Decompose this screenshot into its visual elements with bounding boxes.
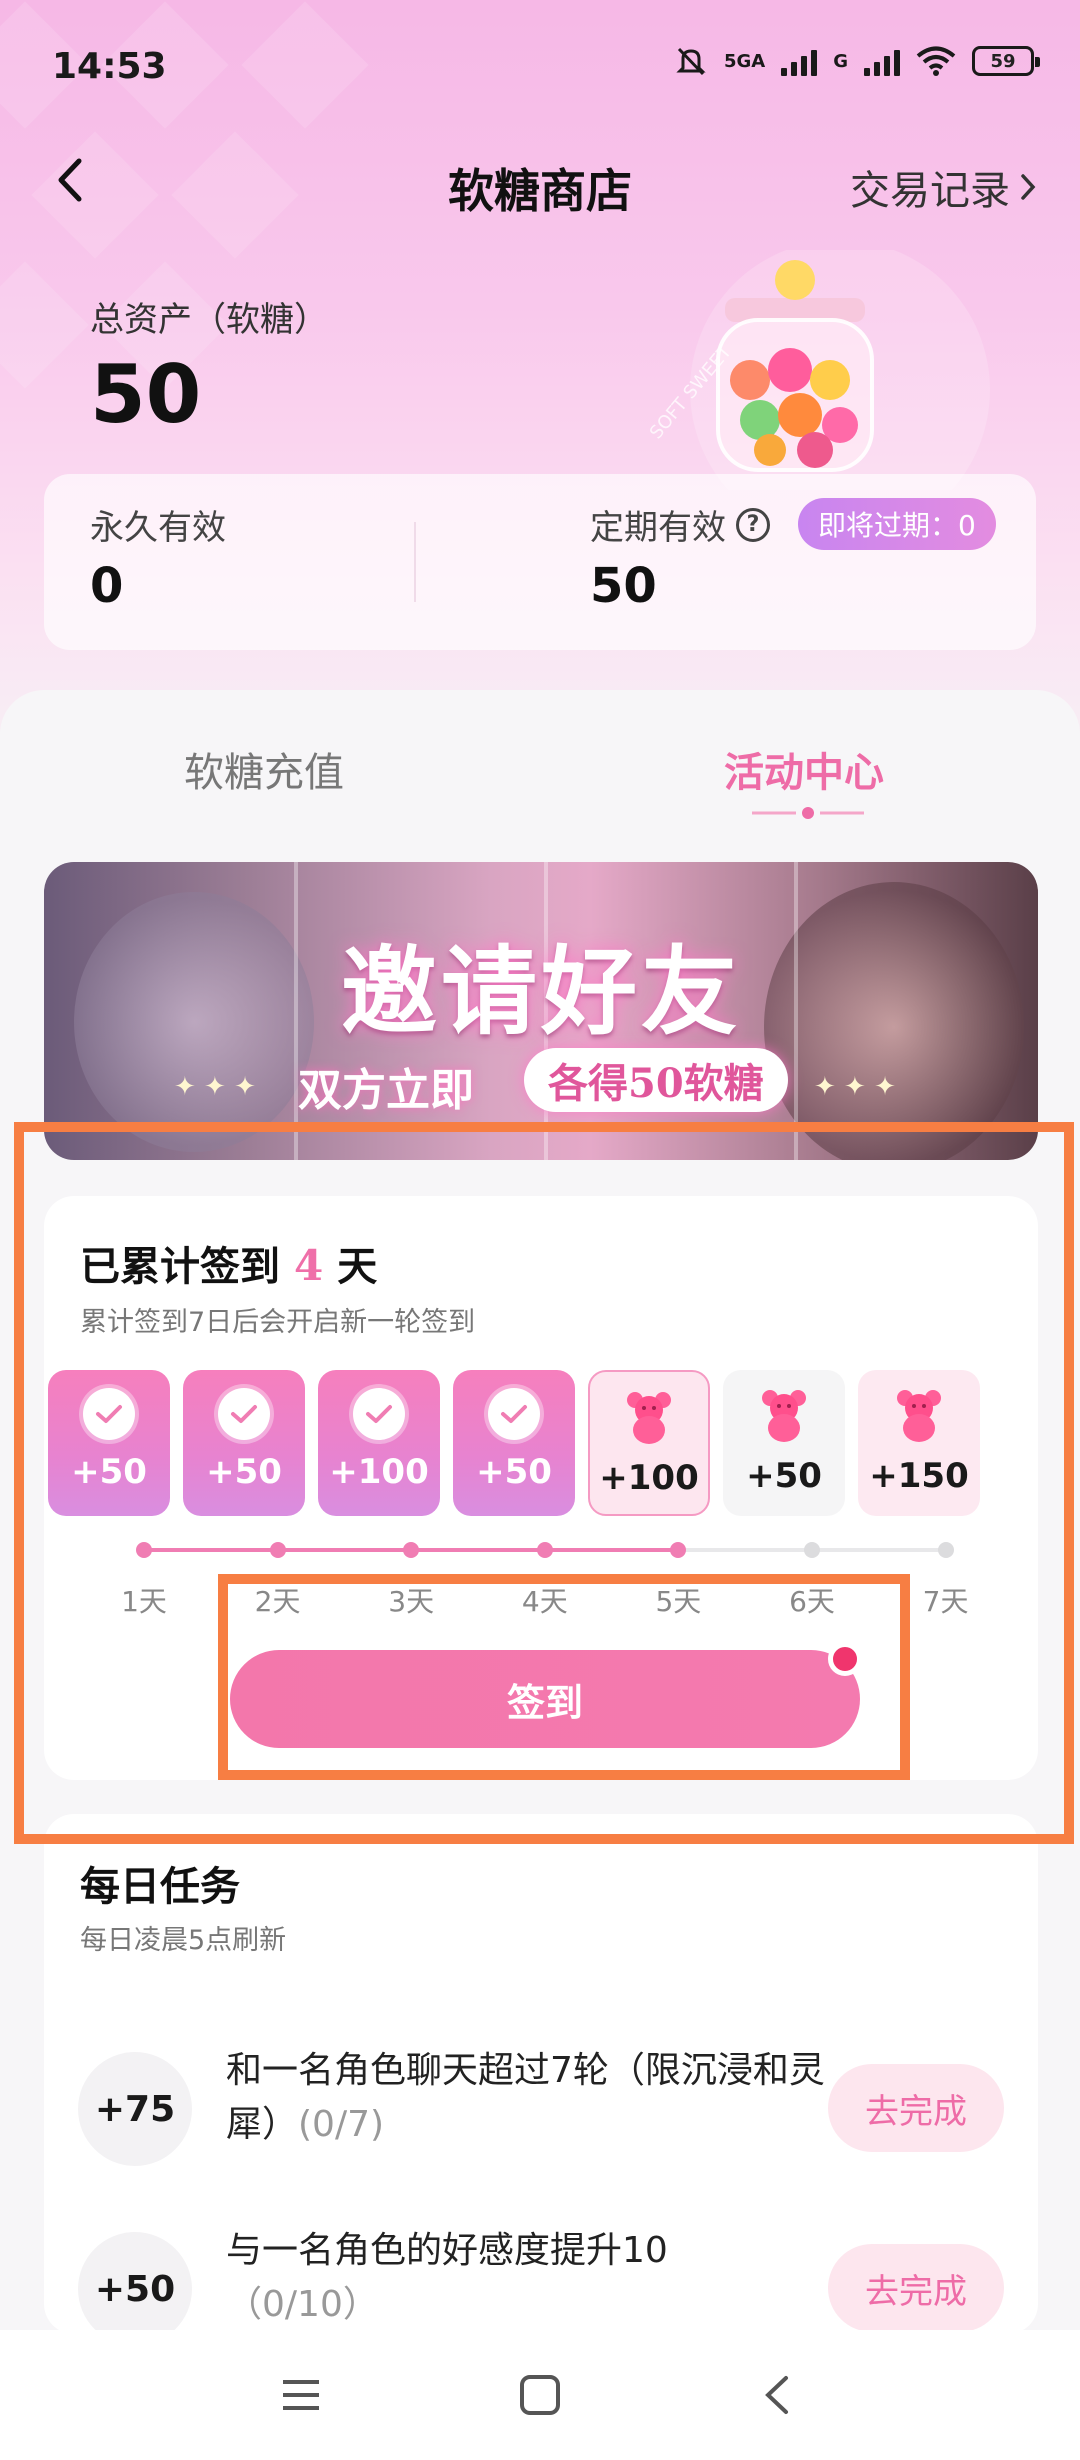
checkin-reward-amount: +50 — [746, 1456, 822, 1496]
help-icon[interactable]: ? — [736, 507, 770, 542]
checkin-title: 已累计签到 4 天 — [80, 1234, 377, 1292]
checkin-reward-amount: +50 — [206, 1452, 282, 1492]
network-type-2: G — [833, 50, 848, 72]
candy-jar-illustration: SOFT SWEET — [650, 250, 990, 490]
checkin-button[interactable]: 签到 — [230, 1650, 860, 1748]
menu-icon — [283, 2380, 319, 2410]
notification-dot — [828, 1642, 862, 1676]
task-description: 与一名角色的好感度提升10 （0/10） — [226, 2224, 826, 2332]
checkmark-icon — [218, 1388, 270, 1440]
mute-bell-icon — [676, 47, 706, 76]
tab-activity-center[interactable]: 活动中心 — [724, 740, 884, 798]
term-label-row: 定期有效 ? — [590, 500, 770, 549]
checkin-card: 已累计签到 4 天 累计签到7日后会开启新一轮签到 +50 +50 +100 +50 +… — [44, 1196, 1038, 1780]
checkin-day-label: 5天 — [655, 1585, 702, 1618]
checkin-day-tile: +100 — [318, 1370, 440, 1516]
signal-icon-1 — [781, 46, 818, 76]
checkin-title-suffix: 天 — [337, 1243, 378, 1290]
trade-record-label: 交易记录 — [850, 168, 1010, 214]
checkin-day-label: 6天 — [789, 1585, 835, 1618]
expire-badge: 即将过期：0 — [798, 498, 996, 550]
gummy-bear-icon — [762, 1390, 806, 1442]
checkin-reward-amount: +50 — [71, 1452, 147, 1492]
status-time: 14:53 — [52, 46, 167, 87]
menu-button[interactable] — [266, 2360, 336, 2430]
task-item: +75 和一名角色聊天超过7轮（限沉浸和灵犀）(0/7) 去完成 — [44, 2036, 1038, 2176]
daily-tasks-card: 每日任务 每日凌晨5点刷新 +75 和一名角色聊天超过7轮（限沉浸和灵犀）(0/… — [44, 1814, 1038, 2346]
total-assets-label: 总资产（软糖） — [90, 300, 328, 340]
back-triangle-icon — [765, 2376, 788, 2414]
progress-dot — [269, 1542, 286, 1558]
home-button[interactable] — [505, 2360, 575, 2430]
task-description: 和一名角色聊天超过7轮（限沉浸和灵犀）(0/7) — [226, 2044, 826, 2152]
tab-recharge[interactable]: 软糖充值 — [184, 740, 344, 798]
checkin-reward-amount: +50 — [476, 1452, 552, 1492]
checkin-day-label: 4天 — [521, 1585, 568, 1618]
checkin-day-label: 2天 — [254, 1585, 301, 1618]
wifi-icon — [916, 46, 956, 76]
checkin-day-tile: +50 — [723, 1370, 845, 1516]
invite-friends-banner[interactable]: 邀请好友 ✦ ✦ ✦ 双方立即 各得50软糖 ✦ ✦ ✦ — [44, 862, 1038, 1160]
checkin-reward-amount: +150 — [869, 1456, 969, 1496]
task-progress: （0/10） — [226, 2284, 379, 2325]
asset-breakdown-card: 永久有效 0 定期有效 ? 即将过期：0 50 — [44, 474, 1036, 650]
term-label: 定期有效 — [590, 508, 726, 548]
trade-record-link[interactable]: 交易记录 — [850, 158, 1036, 216]
gummy-bear-icon — [627, 1392, 671, 1444]
checkin-day-tile: +150 — [858, 1370, 980, 1516]
banner-subtitle: 双方立即 — [298, 1065, 474, 1116]
checkin-day-tile: +100 — [588, 1370, 710, 1516]
checkmark-icon — [488, 1388, 540, 1440]
checkin-reward-amount: +100 — [329, 1452, 429, 1492]
task-text: 与一名角色的好感度提升10 — [226, 2230, 668, 2271]
checkin-day-tile: +50 — [183, 1370, 305, 1516]
progress-dot — [403, 1542, 420, 1558]
tasks-subtitle: 每日凌晨5点刷新 — [80, 1925, 287, 1956]
task-progress: (0/7) — [298, 2104, 385, 2145]
back-nav-button[interactable] — [742, 2360, 812, 2430]
progress-dot — [536, 1542, 553, 1558]
checkin-reward-amount: +100 — [599, 1458, 699, 1498]
chevron-right-icon — [1021, 174, 1036, 200]
status-icons: 5GA G 59 — [674, 44, 1040, 78]
checkin-day-tile: +50 — [48, 1370, 170, 1516]
battery-icon: 59 — [972, 46, 1040, 76]
gummy-bear-icon — [897, 1390, 941, 1442]
tasks-title: 每日任务 — [80, 1863, 240, 1910]
task-reward-icon: +75 — [78, 2052, 192, 2166]
progress-dot — [937, 1542, 954, 1558]
checkin-day-label: 1天 — [121, 1585, 167, 1618]
signal-icon-2 — [864, 46, 900, 76]
permanent-value: 0 — [90, 558, 124, 614]
network-type-1: 5GA — [723, 50, 766, 72]
status-bar: 14:53 5GA G 59 — [0, 0, 1080, 130]
permanent-label: 永久有效 — [90, 508, 226, 548]
checkin-subtitle: 累计签到7日后会开启新一轮签到 — [80, 1307, 476, 1338]
checkin-day-label: 3天 — [388, 1585, 435, 1618]
system-navigation-bar — [0, 2330, 1080, 2460]
checkin-day-tile: +50 — [453, 1370, 575, 1516]
task-reward-icon: +50 — [78, 2232, 192, 2346]
task-go-button[interactable]: 去完成 — [828, 2244, 1004, 2332]
progress-dot — [670, 1542, 687, 1558]
banner-title: 邀请好友 — [341, 935, 741, 1048]
tab-indicator — [752, 807, 864, 819]
divider — [414, 522, 416, 602]
checkmark-icon — [83, 1388, 135, 1440]
checkmark-icon — [353, 1388, 405, 1440]
term-value: 50 — [590, 558, 657, 614]
total-assets-value: 50 — [90, 348, 202, 441]
back-button[interactable] — [40, 150, 100, 210]
banner-reward-pill: 各得50软糖 — [524, 1048, 788, 1112]
checkin-days-count: 4 — [294, 1241, 324, 1290]
checkin-day-label: 7天 — [922, 1585, 969, 1618]
progress-dot — [804, 1542, 820, 1558]
task-go-button[interactable]: 去完成 — [828, 2064, 1004, 2152]
home-square-icon — [520, 2375, 560, 2415]
checkin-title-prefix: 已累计签到 — [80, 1243, 280, 1290]
progress-dot — [136, 1542, 152, 1558]
chevron-left-icon — [58, 158, 82, 202]
